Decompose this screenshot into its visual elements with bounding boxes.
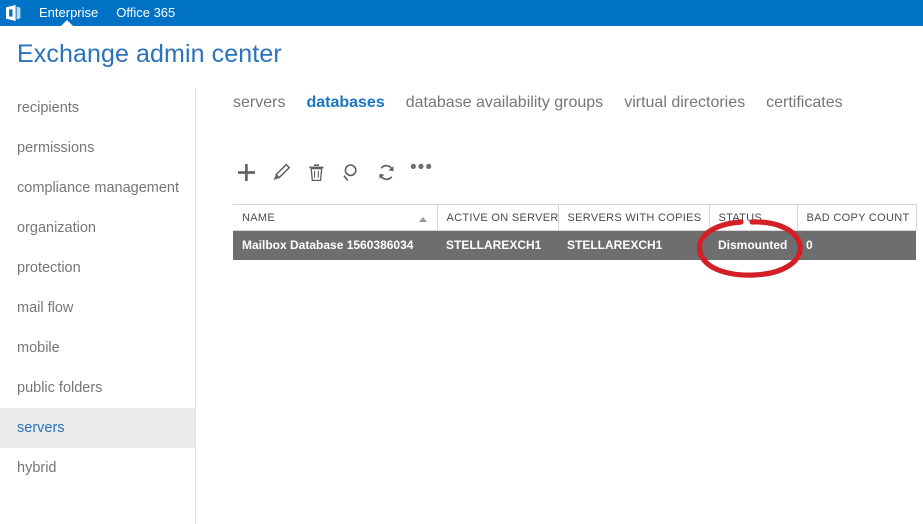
tab-certificates[interactable]: certificates (766, 94, 842, 112)
sidebar-item-mobile[interactable]: mobile (0, 328, 195, 368)
column-header-label: SERVERS WITH COPIES (567, 212, 702, 224)
sidebar-item-servers[interactable]: servers (0, 408, 195, 448)
sidebar-item-label: mobile (17, 340, 60, 356)
sidebar-item-label: permissions (17, 140, 95, 156)
main-content: servers databases database availability … (196, 88, 923, 524)
column-header-label: ACTIVE ON SERVER (446, 212, 559, 224)
cell-status: Dismounted (709, 230, 797, 260)
sidebar-item-permissions[interactable]: permissions (0, 128, 195, 168)
add-icon[interactable] (233, 159, 260, 185)
cell-bad-copy-count: 0 (797, 230, 916, 260)
sort-ascending-icon (418, 217, 427, 222)
sidebar-item-recipients[interactable]: recipients (0, 88, 195, 128)
suite-active-pointer-icon (61, 20, 73, 26)
column-header-label: BAD COPY COUNT (806, 212, 910, 224)
sidebar-item-mail-flow[interactable]: mail flow (0, 288, 195, 328)
sidebar-item-compliance-management[interactable]: compliance management (0, 168, 195, 208)
column-header-active-on-server[interactable]: ACTIVE ON SERVER (436, 204, 559, 231)
cell-active-on-server: STELLAREXCH1 (437, 230, 558, 260)
sidebar-item-public-folders[interactable]: public folders (0, 368, 195, 408)
sidebar: recipients permissions compliance manage… (0, 88, 196, 524)
sidebar-item-hybrid[interactable]: hybrid (0, 448, 195, 488)
search-magnifier-icon[interactable] (338, 159, 365, 185)
tab-databases[interactable]: databases (306, 94, 384, 112)
column-header-servers-with-copies[interactable]: SERVERS WITH COPIES (557, 204, 709, 231)
cell-servers-with-copies: STELLAREXCH1 (558, 230, 709, 260)
sidebar-item-label: compliance management (17, 180, 180, 196)
sidebar-item-label: servers (17, 420, 65, 436)
sidebar-item-organization[interactable]: organization (0, 208, 195, 248)
column-header-label: NAME (242, 212, 275, 224)
edit-pencil-icon[interactable] (268, 159, 295, 185)
suite-top-bar: Enterprise Office 365 (0, 0, 923, 26)
table-row[interactable]: Mailbox Database 1560386034 STELLAREXCH1… (233, 230, 916, 260)
command-toolbar: ••• (233, 158, 443, 186)
refresh-icon[interactable] (373, 159, 400, 185)
sidebar-item-label: protection (17, 260, 81, 276)
tab-virtual-directories[interactable]: virtual directories (624, 94, 745, 112)
column-header-bad-copy-count[interactable]: BAD COPY COUNT (796, 204, 917, 231)
tab-database-availability-groups[interactable]: database availability groups (406, 94, 603, 112)
office-waffle-icon[interactable] (0, 0, 26, 26)
sidebar-item-label: organization (17, 220, 96, 236)
delete-trash-icon[interactable] (303, 159, 330, 185)
more-ellipsis-icon[interactable]: ••• (408, 155, 435, 189)
column-header-name[interactable]: NAME (233, 204, 437, 231)
databases-table: NAME ACTIVE ON SERVER SERVERS WITH COPIE… (233, 204, 917, 260)
tab-servers[interactable]: servers (233, 94, 285, 112)
sidebar-item-label: hybrid (17, 460, 57, 476)
suite-link-office365[interactable]: Office 365 (107, 0, 184, 26)
column-header-label: STATUS (718, 212, 763, 224)
tab-strip: servers databases database availability … (233, 94, 864, 112)
sidebar-item-label: mail flow (17, 300, 74, 316)
column-header-status[interactable]: STATUS (708, 204, 797, 231)
sidebar-item-protection[interactable]: protection (0, 248, 195, 288)
sidebar-item-label: recipients (17, 100, 80, 116)
sidebar-item-label: public folders (17, 380, 103, 396)
cell-name: Mailbox Database 1560386034 (233, 230, 437, 260)
page-title: Exchange admin center (17, 40, 282, 68)
table-header-row: NAME ACTIVE ON SERVER SERVERS WITH COPIE… (233, 204, 917, 231)
